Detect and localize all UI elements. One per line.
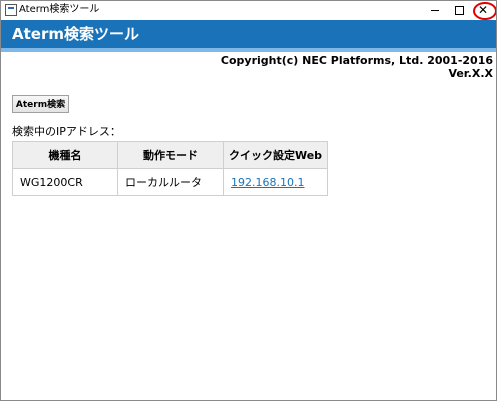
cell-ip: 192.168.10.1: [223, 168, 328, 196]
column-header-mode: 動作モード: [117, 141, 224, 169]
results-table: 機種名 動作モード クイック設定Web WG1200CR ローカルルータ 192…: [12, 141, 328, 196]
table-header-row: 機種名 動作モード クイック設定Web: [12, 141, 328, 169]
ip-address-label: 検索中のIPアドレス：: [12, 125, 121, 138]
minimize-button[interactable]: [422, 1, 448, 19]
quick-setup-web-link[interactable]: 192.168.10.1: [231, 176, 304, 189]
close-button[interactable]: ✕: [470, 1, 496, 20]
app-icon: [5, 4, 17, 16]
window-title: Aterm検索ツール: [19, 4, 100, 15]
title-bar: Aterm検索ツール ✕: [1, 1, 496, 20]
maximize-button[interactable]: [446, 1, 472, 19]
aterm-search-button[interactable]: Aterm検索: [12, 95, 69, 113]
header-title: Aterm検索ツール: [12, 25, 139, 43]
cell-mode: ローカルルータ: [117, 168, 224, 196]
column-header-model: 機種名: [12, 141, 118, 169]
column-header-quick-setup-web: クイック設定Web: [223, 141, 328, 169]
version-text: Ver.X.X: [448, 67, 493, 80]
close-icon: ✕: [477, 3, 489, 17]
cell-model: WG1200CR: [12, 168, 118, 196]
table-row: WG1200CR ローカルルータ 192.168.10.1: [12, 168, 328, 196]
app-header: Aterm検索ツール: [1, 20, 496, 48]
header-divider: [1, 48, 496, 52]
app-window: Aterm検索ツール ✕ Aterm検索ツール Copyright(c) NEC…: [0, 0, 497, 401]
copyright-text: Copyright(c) NEC Platforms, Ltd. 2001-20…: [220, 54, 493, 67]
